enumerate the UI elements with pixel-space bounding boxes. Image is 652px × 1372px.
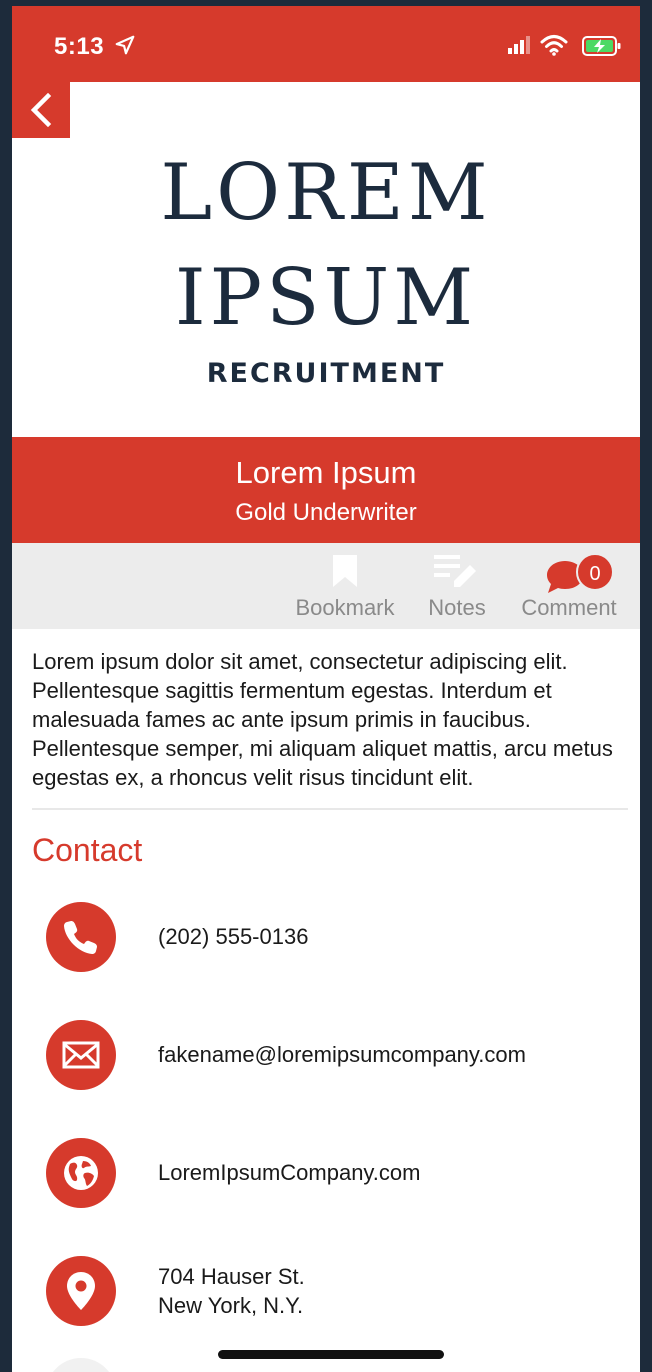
contact-phone[interactable]: (202) 555-0136 xyxy=(158,922,308,951)
comment-count-badge: 0 xyxy=(576,553,614,591)
company-logo: LOREM IPSUM RECRUITMENT xyxy=(12,138,640,436)
address-line-2: New York, N.Y. xyxy=(158,1293,304,1318)
phone-icon xyxy=(46,902,116,972)
notes-button[interactable]: Notes xyxy=(422,543,492,629)
contact-email-row[interactable]: fakename@loremipsumcompany.com xyxy=(46,1020,626,1092)
contact-address[interactable]: 704 Hauser St. New York, N.Y. xyxy=(158,1262,305,1320)
globe-icon xyxy=(46,1138,116,1208)
contact-heading: Contact xyxy=(32,832,143,868)
logo-line-3: RECRUITMENT xyxy=(206,358,446,389)
next-contact-icon-partial xyxy=(46,1358,116,1372)
profile-description: Lorem ipsum dolor sit amet, consectetur … xyxy=(32,649,613,790)
profile-banner: Lorem Ipsum Gold Underwriter xyxy=(12,437,640,543)
wifi-icon xyxy=(540,35,568,56)
home-indicator[interactable] xyxy=(218,1350,444,1359)
action-bar: Bookmark Notes 0 Comment xyxy=(12,543,640,629)
back-button[interactable] xyxy=(12,82,70,138)
battery-charging-icon xyxy=(582,36,621,56)
contact-address-row[interactable]: 704 Hauser St. New York, N.Y. xyxy=(46,1256,626,1328)
comment-button[interactable]: 0 Comment xyxy=(515,543,623,629)
comment-label: Comment xyxy=(521,595,617,620)
chevron-left-icon xyxy=(30,93,52,127)
envelope-icon xyxy=(46,1020,116,1090)
map-pin-icon xyxy=(46,1256,116,1326)
contact-phone-row[interactable]: (202) 555-0136 xyxy=(46,902,626,974)
logo-line-2: IPSUM xyxy=(174,253,478,343)
profile-name: Lorem Ipsum xyxy=(235,455,417,490)
logo-line-1: LOREM xyxy=(160,148,492,238)
status-time: 5:13 xyxy=(54,33,105,60)
bookmark-icon xyxy=(333,555,357,587)
location-arrow-icon xyxy=(115,35,135,55)
bookmark-button[interactable]: Bookmark xyxy=(290,543,400,629)
notes-icon xyxy=(434,555,476,587)
app-screen: 5:13 LOREM IPSUM RECRUITMENT Lorem Ipsum… xyxy=(12,6,640,1372)
contact-website[interactable]: LoremIpsumCompany.com xyxy=(158,1158,420,1187)
contact-website-row[interactable]: LoremIpsumCompany.com xyxy=(46,1138,626,1210)
contact-email[interactable]: fakename@loremipsumcompany.com xyxy=(158,1040,526,1069)
notes-label: Notes xyxy=(428,595,486,620)
profile-role: Gold Underwriter xyxy=(235,499,417,526)
status-bar: 5:13 xyxy=(12,6,640,82)
signal-icon xyxy=(508,36,530,54)
section-divider xyxy=(32,808,628,810)
address-line-1: 704 Hauser St. xyxy=(158,1264,305,1289)
bookmark-label: Bookmark xyxy=(295,595,395,620)
device-frame: 5:13 LOREM IPSUM RECRUITMENT Lorem Ipsum… xyxy=(0,0,652,1372)
